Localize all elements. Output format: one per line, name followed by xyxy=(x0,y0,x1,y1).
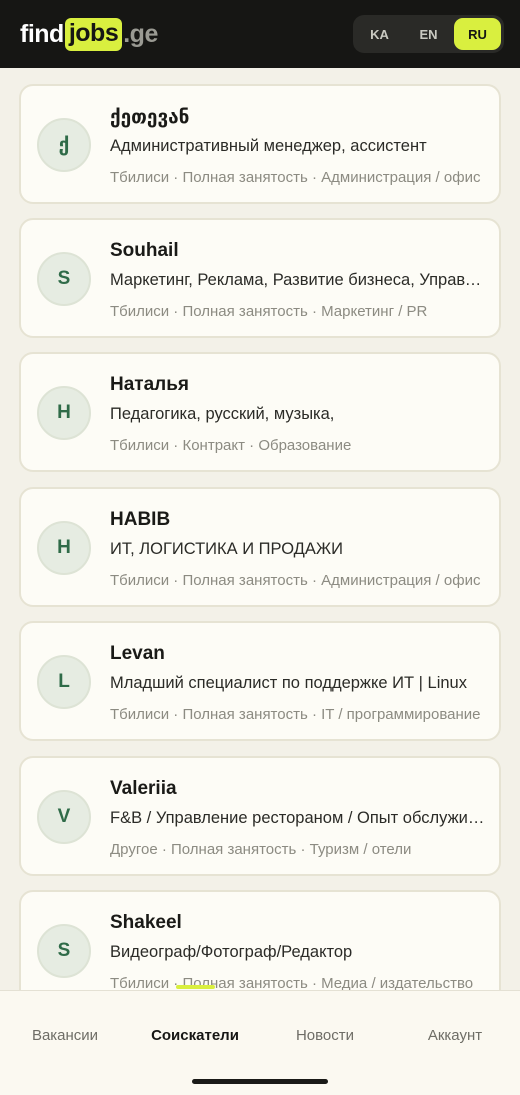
candidate-meta: Тбилиси · Полная занятость · Администрац… xyxy=(110,572,481,589)
active-tab-indicator xyxy=(176,985,215,989)
home-indicator xyxy=(192,1079,328,1084)
nav-tab-news[interactable]: Новости xyxy=(260,1027,390,1044)
avatar: L xyxy=(37,655,91,709)
avatar: H xyxy=(37,521,91,575)
candidate-name: Souhail xyxy=(110,240,179,261)
candidate-card[interactable]: V Valeriia F&B / Управление рестораном /… xyxy=(19,756,501,876)
candidate-meta: Тбилиси · Контракт · Образование xyxy=(110,437,352,454)
candidate-title: ИТ, ЛОГИСТИКА И ПРОДАЖИ xyxy=(110,540,343,558)
candidate-title: Педагогика, русский, музыка, xyxy=(110,405,335,423)
candidate-name: ქეთევან xyxy=(110,107,190,128)
candidate-card[interactable]: ქ ქეთევან Административный менеджер, асс… xyxy=(19,84,501,204)
avatar: S xyxy=(37,924,91,978)
candidate-card[interactable]: Н Наталья Педагогика, русский, музыка, Т… xyxy=(19,352,501,472)
lang-ru-button[interactable]: RU xyxy=(454,18,501,50)
candidate-title: Административный менеджер, ассистент xyxy=(110,137,427,155)
nav-tab-account[interactable]: Аккаунт xyxy=(390,1027,520,1044)
logo-ge: .ge xyxy=(123,19,158,48)
avatar: ქ xyxy=(37,118,91,172)
bottom-nav: Вакансии Соискатели Новости Аккаунт xyxy=(0,985,520,1095)
candidate-name: HABIB xyxy=(110,509,171,530)
candidate-title: Маркетинг, Реклама, Развитие бизнеса, Уп… xyxy=(110,271,486,289)
candidate-title: F&B / Управление рестораном / Опыт обслу… xyxy=(110,809,486,827)
candidate-card[interactable]: H HABIB ИТ, ЛОГИСТИКА И ПРОДАЖИ Тбилиси … xyxy=(19,487,501,607)
candidate-meta: Тбилиси · Полная занятость · IT / програ… xyxy=(110,706,481,723)
candidate-title: Видеограф/Фотограф/Редактор xyxy=(110,943,353,961)
candidate-title: Младший специалист по поддержке ИТ | Lin… xyxy=(110,674,467,692)
logo-find: find xyxy=(20,19,64,48)
nav-tab-vacancies[interactable]: Вакансии xyxy=(0,1027,130,1044)
candidate-name: Levan xyxy=(110,643,165,664)
candidate-card[interactable]: L Levan Младший специалист по поддержке … xyxy=(19,621,501,741)
candidate-meta: Тбилиси · Полная занятость · Администрац… xyxy=(110,169,481,186)
lang-en-button[interactable]: EN xyxy=(405,18,452,50)
nav-tab-candidates[interactable]: Соискатели xyxy=(130,1027,260,1044)
candidate-name: Shakeel xyxy=(110,912,182,933)
findjobs-logo[interactable]: find jobs .ge xyxy=(20,17,158,51)
candidate-name: Valeriia xyxy=(110,778,177,799)
candidate-card[interactable]: S Souhail Маркетинг, Реклама, Развитие б… xyxy=(19,218,501,338)
lang-ka-button[interactable]: KA xyxy=(356,18,403,50)
candidate-meta: Тбилиси · Полная занятость · Маркетинг /… xyxy=(110,303,428,320)
language-switcher: KA EN RU xyxy=(353,15,504,53)
avatar: Н xyxy=(37,386,91,440)
avatar: V xyxy=(37,790,91,844)
candidate-meta: Другое · Полная занятость · Туризм / оте… xyxy=(110,841,412,858)
logo-jobs: jobs xyxy=(64,17,123,51)
top-header: find jobs .ge KA EN RU xyxy=(0,0,520,68)
candidate-name: Наталья xyxy=(110,374,189,395)
avatar: S xyxy=(37,252,91,306)
